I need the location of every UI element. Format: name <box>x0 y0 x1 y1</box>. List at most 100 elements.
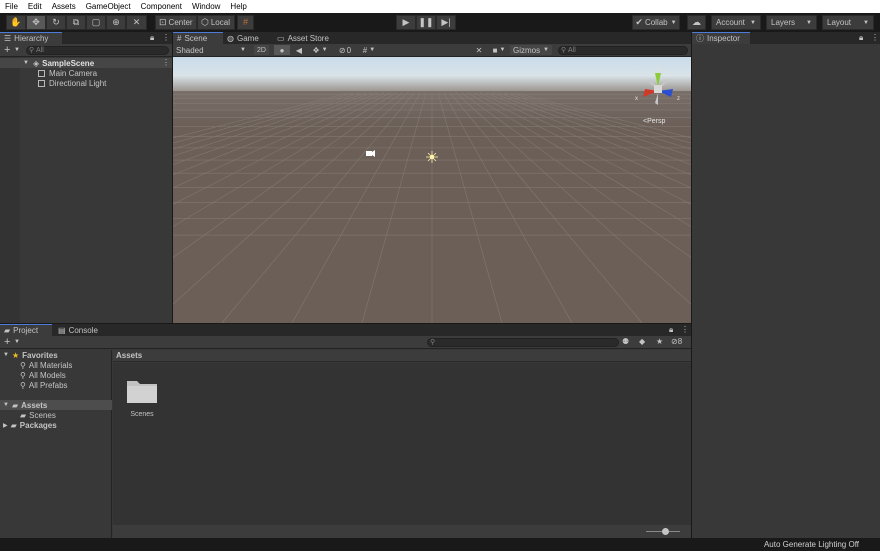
grid-dropdown[interactable]: # ▼ <box>357 45 381 55</box>
breadcrumb[interactable]: Assets <box>116 351 142 360</box>
hidden-objects-toggle[interactable]: ⊘ 0 <box>335 45 355 55</box>
layout-label: Layout <box>827 18 852 27</box>
lighting-toggle[interactable]: ● <box>274 45 290 55</box>
icon-size-slider-thumb[interactable] <box>662 528 669 535</box>
lock-icon[interactable]: 🔒︎ <box>859 33 863 43</box>
move-tool-button[interactable]: ✥ <box>26 15 46 30</box>
pivot-icon: ⊡ <box>159 17 167 27</box>
tab-game[interactable]: ◍ Game <box>223 32 271 44</box>
gizmos-dropdown[interactable]: Gizmos ▼ <box>510 45 552 55</box>
expand-triangle-icon[interactable]: ▼ <box>23 60 29 66</box>
menu-component[interactable]: Component <box>136 2 187 11</box>
effects-dropdown[interactable]: ❖ ▼ <box>308 45 332 55</box>
tab-console[interactable]: ▤ Console <box>54 324 104 336</box>
lightbulb-icon: ● <box>279 45 285 55</box>
search-by-label-icon[interactable]: ◆ <box>639 337 645 346</box>
assets-root-row[interactable]: ▼ ▰ Assets <box>0 400 112 410</box>
tab-inspector[interactable]: ⓘ Inspector <box>692 32 750 44</box>
kebab-menu-icon[interactable]: ⋮ <box>871 33 879 42</box>
rect-tool-button[interactable]: ▢ <box>86 15 106 30</box>
camera-settings-dropdown[interactable]: ■ ▼ <box>489 45 509 55</box>
play-button[interactable]: ▶ <box>396 15 416 30</box>
lock-icon[interactable]: 🔒︎ <box>669 325 673 335</box>
layout-dropdown[interactable]: Layout ▼ <box>822 15 874 30</box>
chevron-down-icon: ▼ <box>670 19 677 26</box>
create-plus-icon[interactable]: + <box>4 336 10 348</box>
hierarchy-item-main-camera[interactable]: Main Camera <box>38 68 97 78</box>
hand-tool-button[interactable]: ✋ <box>6 15 26 30</box>
lock-icon[interactable]: 🔒︎ <box>150 33 154 43</box>
transform-tool-button[interactable]: ⊕ <box>106 15 126 30</box>
grid-snap-button[interactable]: # <box>237 15 254 30</box>
orientation-gizmo[interactable]: y x z <box>631 63 685 117</box>
packages-root-row[interactable]: ▶ ▰ Packages <box>0 420 112 430</box>
pivot-center-toggle[interactable]: ⊡ Center <box>155 15 197 30</box>
scene-tools-button[interactable]: ✕ <box>471 45 487 55</box>
favorite-item-all-materials[interactable]: ⚲ All Materials <box>20 360 72 370</box>
tab-hierarchy[interactable]: ☰ Hierarchy <box>0 32 62 44</box>
kebab-menu-icon[interactable]: ⋮ <box>681 325 689 334</box>
asset-item-scenes-folder[interactable]: Scenes <box>122 375 162 425</box>
create-plus-icon[interactable]: + <box>4 44 10 56</box>
shading-mode-dropdown[interactable]: Shaded ▼ <box>173 44 249 56</box>
audio-toggle[interactable]: ◀ <box>291 45 307 55</box>
pause-button[interactable]: ❚❚ <box>416 15 436 30</box>
rotate-icon: ↻ <box>52 17 60 27</box>
menu-help[interactable]: Help <box>225 2 251 11</box>
step-button[interactable]: ▶| <box>436 15 456 30</box>
tab-scene[interactable]: # Scene <box>173 32 223 44</box>
hierarchy-search-input[interactable]: ⚲ All <box>26 46 169 55</box>
lighting-status-text[interactable]: Auto Generate Lighting Off <box>764 540 859 549</box>
layers-label: Layers <box>771 18 796 27</box>
snap-grid-icon: # <box>242 17 248 27</box>
account-dropdown[interactable]: Account ▼ <box>711 15 761 30</box>
menu-edit[interactable]: Edit <box>23 2 47 11</box>
inspector-tabbar: ⓘ Inspector 🔒︎ ⋮ <box>692 32 880 44</box>
scene-viewport[interactable]: y x z <Persp <box>173 57 691 323</box>
hierarchy-item-directional-light[interactable]: Directional Light <box>38 78 106 88</box>
menu-gameobject[interactable]: GameObject <box>81 2 136 11</box>
tab-asset-store[interactable]: ▭ Asset Store <box>273 32 343 44</box>
cloud-services-button[interactable]: ☁ <box>687 15 706 30</box>
scene-search-input[interactable]: ⚲ All <box>558 46 688 55</box>
chevron-down-icon[interactable]: ▼ <box>14 47 20 53</box>
kebab-menu-icon[interactable]: ⋮ <box>162 33 170 42</box>
pivot-local-toggle[interactable]: ⬡ Local <box>197 15 235 30</box>
toggle-2d-button[interactable]: 2D <box>254 45 269 55</box>
menu-file[interactable]: File <box>0 2 23 11</box>
scene-name: SampleScene <box>42 58 95 68</box>
search-icon: ⚲ <box>29 47 35 54</box>
effects-icon: ❖ <box>312 45 320 55</box>
favorite-item-all-prefabs[interactable]: ⚲ All Prefabs <box>20 380 68 390</box>
scene-root-row[interactable]: ▼ ◈ SampleScene ⋮ <box>0 58 172 68</box>
favorites-row[interactable]: ▼ ★ Favorites <box>0 350 112 360</box>
rotate-tool-button[interactable]: ↻ <box>46 15 66 30</box>
scale-tool-button[interactable]: ⧉ <box>66 15 86 30</box>
project-search-input[interactable]: ⚲ <box>427 338 619 347</box>
favorite-item-all-models[interactable]: ⚲ All Models <box>20 370 66 380</box>
project-toolbar: + ▼ ⚲ ⚉ ◆ ★ ⊘ 8 <box>0 336 691 349</box>
expand-triangle-icon[interactable]: ▼ <box>3 402 9 408</box>
menu-window[interactable]: Window <box>187 2 225 11</box>
search-icon: ⚲ <box>430 339 436 346</box>
tab-project[interactable]: ▰ Project <box>0 324 52 336</box>
kebab-menu-icon[interactable]: ⋮ <box>162 58 170 67</box>
custom-tool-button[interactable]: ✕ <box>126 15 147 30</box>
favorite-star-icon[interactable]: ★ <box>656 337 663 346</box>
packages-label: Packages <box>19 420 57 430</box>
search-by-type-icon[interactable]: ⚉ <box>622 337 629 346</box>
item-label: Directional Light <box>49 78 107 88</box>
folder-icon <box>127 381 157 403</box>
expand-triangle-icon[interactable]: ▼ <box>3 352 9 358</box>
collab-icon: ✔ <box>635 17 643 27</box>
folder-item-scenes[interactable]: ▰ Scenes <box>20 410 56 420</box>
menu-assets[interactable]: Assets <box>47 2 81 11</box>
layers-dropdown[interactable]: Layers ▼ <box>766 15 817 30</box>
chevron-down-icon[interactable]: ▼ <box>14 339 20 345</box>
folder-label: Scenes <box>29 410 56 420</box>
collab-dropdown[interactable]: ✔ Collab ▼ <box>632 15 680 30</box>
hidden-packages-toggle[interactable]: ⊘ 8 <box>671 337 682 346</box>
collapse-triangle-icon[interactable]: ▶ <box>3 422 8 429</box>
projection-toggle[interactable]: <Persp <box>643 118 665 125</box>
chevron-down-icon: ▼ <box>543 47 549 53</box>
